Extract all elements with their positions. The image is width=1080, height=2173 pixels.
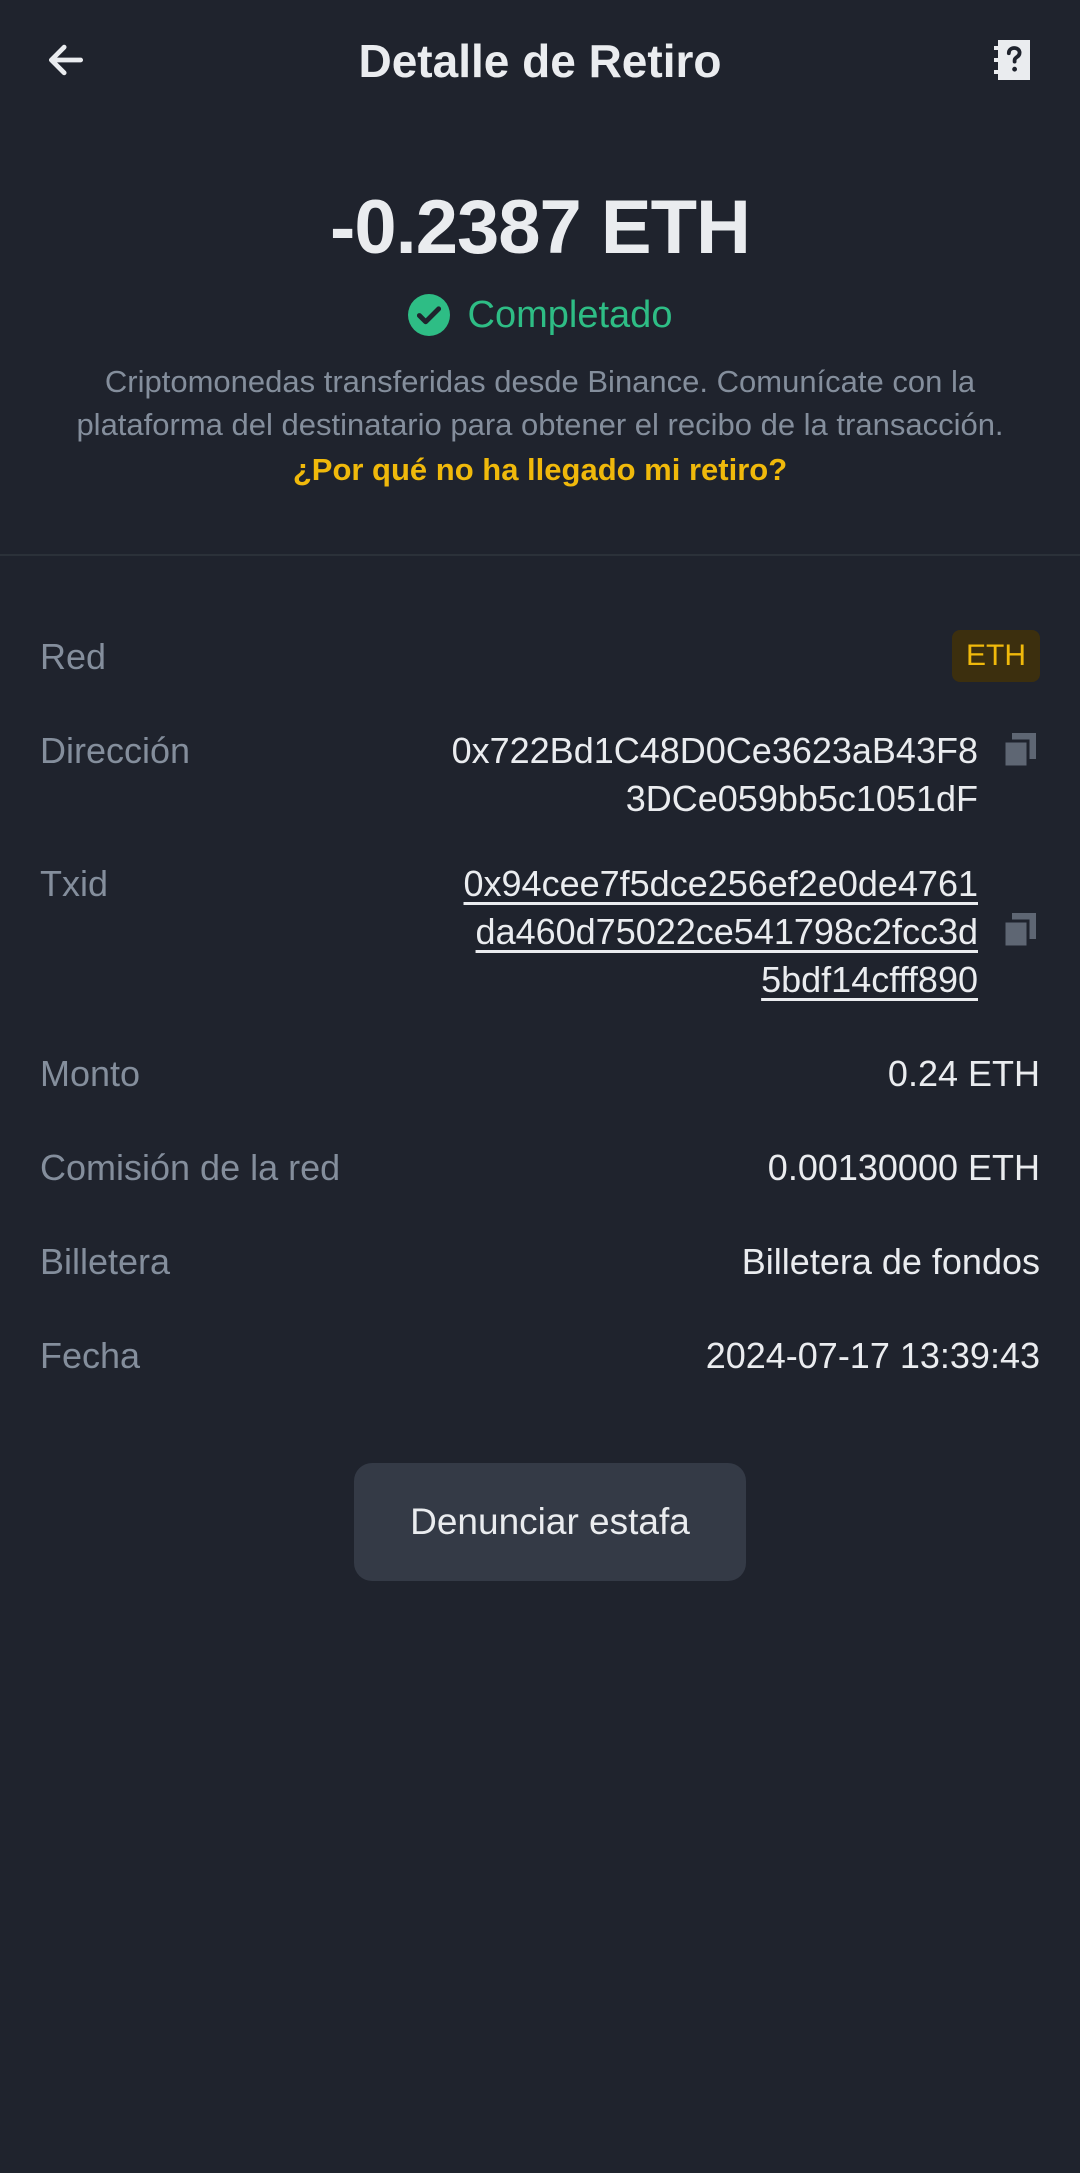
network-badge: ETH bbox=[952, 630, 1040, 682]
network-label: Red bbox=[40, 636, 107, 677]
date-label: Fecha bbox=[40, 1335, 141, 1376]
amount-label: Monto bbox=[40, 1053, 141, 1094]
check-circle-icon bbox=[407, 294, 450, 336]
help-button[interactable] bbox=[988, 34, 1040, 86]
txid-line-3: 5bdf14cfff890 bbox=[761, 959, 978, 1000]
description-text: Criptomonedas transferidas desde Binance… bbox=[76, 364, 1004, 442]
copy-icon bbox=[1004, 913, 1036, 947]
address-label: Dirección bbox=[40, 730, 191, 771]
fee-value: 0.00130000 ETH bbox=[767, 1147, 1040, 1188]
address-line-1: 0x722Bd1C48D0Ce3623aB43F8 bbox=[451, 730, 978, 771]
faq-link[interactable]: ¿Por qué no ha llegado mi retiro? bbox=[0, 448, 1080, 492]
copy-txid-button[interactable] bbox=[1000, 910, 1040, 950]
txid-line-1: 0x94cee7f5dce256ef2e0de4761 bbox=[463, 863, 978, 904]
status-row: Completado bbox=[0, 288, 1080, 342]
txid-line-2: da460d75022ce541798c2fcc3d bbox=[475, 911, 978, 952]
txid-label: Txid bbox=[40, 863, 109, 904]
back-button[interactable] bbox=[40, 34, 92, 86]
help-document-icon bbox=[994, 40, 1030, 80]
arrow-left-icon bbox=[48, 44, 84, 76]
top-bar: Detalle de Retiro bbox=[0, 0, 1080, 124]
txid-link[interactable]: 0x94cee7f5dce256ef2e0de4761 da460d75022c… bbox=[418, 860, 978, 1004]
status-label: Completado bbox=[467, 294, 673, 336]
fee-label: Comisión de la red bbox=[40, 1147, 341, 1188]
date-value: 2024-07-17 13:39:43 bbox=[705, 1335, 1040, 1376]
wallet-value: Billetera de fondos bbox=[741, 1241, 1040, 1282]
withdrawal-amount: -0.2387 ETH bbox=[330, 185, 751, 270]
address-line-2: 3DCe059bb5c1051dF bbox=[625, 778, 978, 819]
amount-value: 0.24 ETH bbox=[887, 1053, 1040, 1094]
copy-address-button[interactable] bbox=[1000, 730, 1040, 770]
wallet-label: Billetera bbox=[40, 1241, 171, 1282]
address-value: 0x722Bd1C48D0Ce3623aB43F8 3DCe059bb5c105… bbox=[418, 727, 978, 823]
divider bbox=[0, 554, 1080, 556]
page-title: Detalle de Retiro bbox=[358, 35, 722, 87]
report-scam-button[interactable]: Denunciar estafa bbox=[354, 1463, 746, 1581]
copy-icon bbox=[1004, 733, 1036, 767]
